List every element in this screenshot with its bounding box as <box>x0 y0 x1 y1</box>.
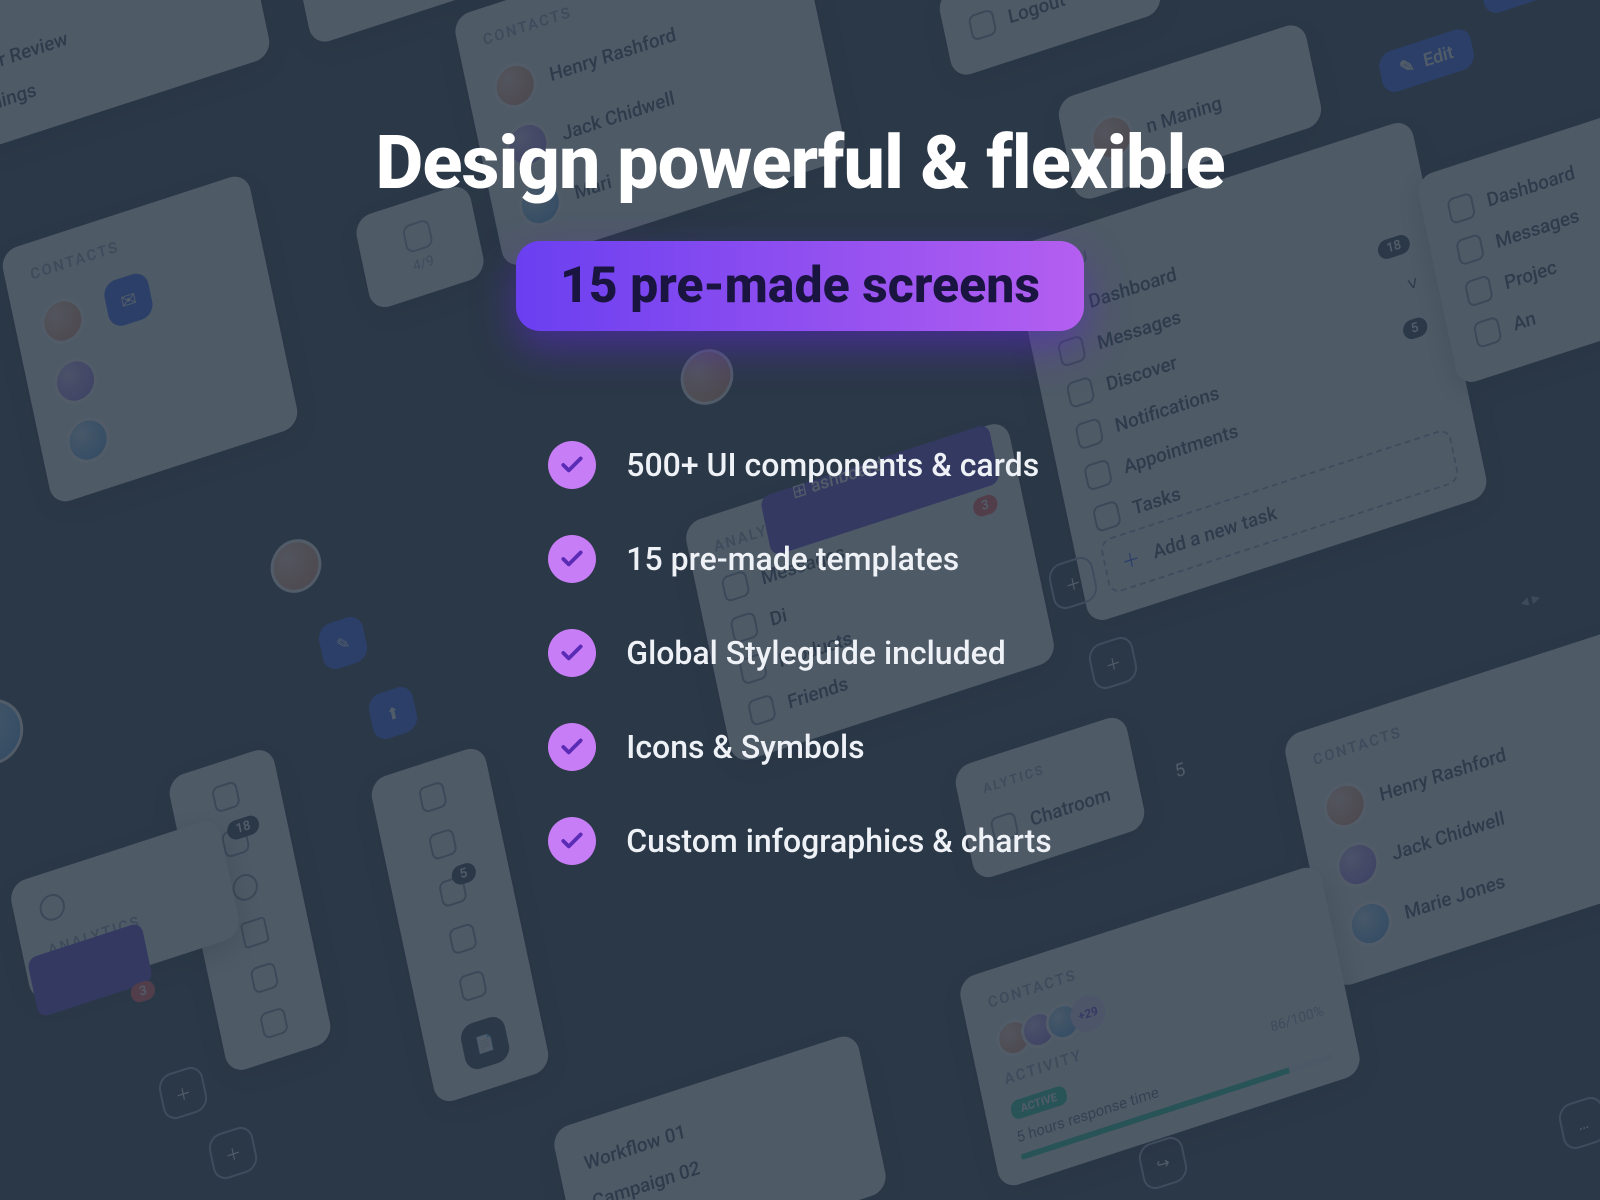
check-icon <box>548 629 596 677</box>
feature-label: Icons & Symbols <box>626 728 864 766</box>
feature-item: Custom infographics & charts <box>548 817 1051 865</box>
feature-item: Icons & Symbols <box>548 723 1051 771</box>
feature-item: 500+ UI components & cards <box>548 441 1051 489</box>
feature-item: Global Styleguide included <box>548 629 1051 677</box>
check-icon <box>548 723 596 771</box>
check-icon <box>548 535 596 583</box>
feature-label: 500+ UI components & cards <box>626 446 1039 484</box>
feature-label: Global Styleguide included <box>626 634 1006 672</box>
hero-headline: Design powerful & flexible <box>375 120 1224 207</box>
feature-label: Custom infographics & charts <box>626 822 1051 860</box>
feature-list: 500+ UI components & cards 15 pre-made t… <box>548 441 1051 865</box>
hero-pill: 15 pre-made screens <box>516 241 1084 331</box>
feature-item: 15 pre-made templates <box>548 535 1051 583</box>
feature-label: 15 pre-made templates <box>626 540 959 578</box>
check-icon <box>548 441 596 489</box>
check-icon <box>548 817 596 865</box>
